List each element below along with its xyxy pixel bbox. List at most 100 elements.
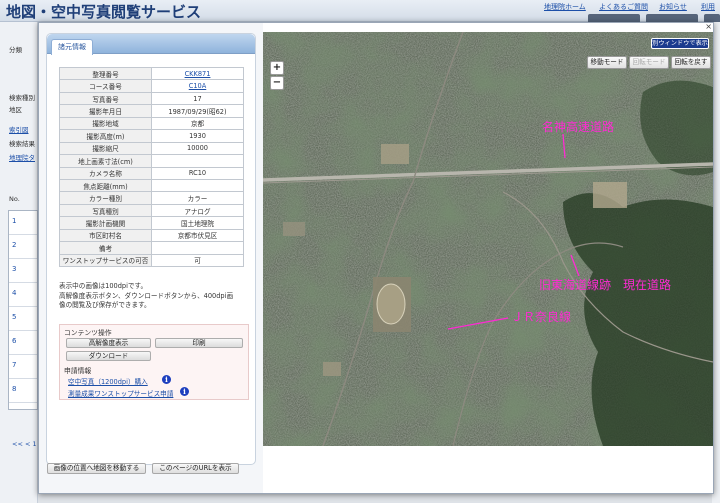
attribute-key: 撮影地域 [59,116,152,131]
arrow-meishin [562,133,566,159]
site-title: 地図・空中写真閲覧サービス [6,3,202,21]
attribute-key: 整理番号 [59,66,152,81]
attribute-value: 10000 [151,141,244,156]
attribute-value-text: アナログ [184,207,211,216]
attribute-row: 撮影縮尺 10000 [59,141,244,156]
attribute-value-text: 17 [193,94,202,103]
show-url-button[interactable]: このページのURLを表示 [152,463,239,474]
attribute-key: 備考 [59,241,152,255]
tab-specs[interactable]: 諸元情報 [51,39,93,55]
site-header: 地図・空中写真閲覧サービス 地理院ホーム よくあるご質問 お知らせ 利用 [0,0,720,23]
attribute-value-text: 1987/09/29(昭62) [168,108,227,117]
info-icon[interactable]: i [162,375,171,384]
list-item[interactable]: 3 [9,259,37,283]
attribute-value-text: 国土地理院 [181,219,214,228]
nav-home-link[interactable]: 地理院ホーム [544,2,586,12]
attribute-key: 焦点距離(mm) [59,178,152,193]
index-map-link[interactable]: 索引図 [9,124,29,134]
attribute-key: カラー種別 [59,191,152,205]
detail-left-pane: 諸元情報 整理番号 CKK871 コース番号 C10A 写真番号 17 撮影年月日 1987/… [39,23,263,493]
attribute-key: 撮影計画機関 [59,216,152,230]
list-item[interactable]: 8 [9,379,37,403]
attribute-row: 撮影年月日 1987/09/29(昭62) [59,104,244,118]
purchase-link[interactable]: 空中写真（1200dpi）購入 [68,376,148,386]
attribute-key: 撮影高度(m) [59,129,152,143]
attribute-row: 写真番号 17 [59,91,244,106]
attribute-row: 写真種別 アナログ [59,203,244,218]
nav-faq-link[interactable]: よくあるご質問 [599,2,648,12]
attribute-value: 1930 [151,129,244,143]
search-result-label: 検索結果 [9,140,35,148]
attribute-row: カラー種別 カラー [59,191,244,205]
attribute-key: ワンストップサービスの可否 [59,253,152,268]
highres-button[interactable]: 高解像度表示 [66,338,151,348]
attribute-value: アナログ [151,203,244,218]
attribute-key: コース番号 [59,79,152,93]
note-line: 表示中の画像は100dpiです。 [59,282,148,290]
attribute-value-text: カラー [187,195,208,204]
nav-usage-link[interactable]: 利用 [701,2,715,12]
apply-info-title: 申請情報 [64,367,92,375]
onestop-link[interactable]: 測量成果ワンストップサービス申請 [68,388,173,398]
attribute-row: 備考 [59,241,244,255]
download-button[interactable]: ダウンロード [66,351,151,361]
attribute-value: カラー [151,191,244,205]
attribute-value-text: 1930 [189,131,206,140]
attribute-value-text: 10000 [187,144,208,153]
list-item[interactable]: 1 [9,211,37,235]
attribute-value: 可 [151,253,244,268]
pager[interactable]: << < 1 [12,440,37,448]
gsi-tile-link[interactable]: 地理院タ [9,152,35,162]
attribute-row: 撮影計画機関 国土地理院 [59,216,244,230]
attribute-row: カメラ名称 RC10 [59,166,244,180]
info-tabbar: 諸元情報 [47,34,255,55]
photo-detail-modal: × 諸元情報 整理番号 CKK871 コース番号 C10A 写真番号 17 撮影年月日 198… [38,22,714,494]
move-map-button[interactable]: 画像の位置へ地図を移動する [47,463,146,474]
result-list: 1 2 3 4 5 6 7 8 [8,210,38,410]
annotation-jr-nara: ＪＲ奈良線 [511,310,572,324]
attribute-key: カメラ名称 [59,166,152,180]
aerial-photo-map[interactable]: + − 別ウィンドウで表示 移動モード 回転モード 回転を戻す 名神高速道路 旧… [263,32,713,446]
attribute-row: 整理番号 CKK871 [59,66,244,81]
attribute-row: 撮影高度(m) 1930 [59,129,244,143]
attribute-value[interactable]: CKK871 [151,66,244,81]
annotation-old-tokaido: 旧東海道線跡 現在道路 [539,278,672,292]
attribute-key: 写真種別 [59,203,152,218]
attribute-value-link[interactable]: CKK871 [185,70,211,78]
attribute-value-link[interactable]: C10A [189,82,207,90]
nav-news-link[interactable]: お知らせ [659,2,687,12]
attribute-value: 京都市伏見区 [151,228,244,243]
attribute-value[interactable]: C10A [151,79,244,93]
attribute-key: 撮影縮尺 [59,141,152,156]
attribute-table: 整理番号 CKK871 コース番号 C10A 写真番号 17 撮影年月日 1987/09/29… [59,66,244,268]
attribute-key: 撮影年月日 [59,104,152,118]
attribute-value: 国土地理院 [151,216,244,230]
list-header-no: No. [9,195,20,203]
attribute-row: 焦点距離(mm) [59,178,244,193]
arrow-jr-nara [447,317,509,330]
list-item[interactable]: 2 [9,235,37,259]
print-button[interactable]: 印刷 [155,338,243,348]
attribute-key: 市区町村名 [59,228,152,243]
attribute-value: RC10 [151,166,244,180]
list-item[interactable]: 4 [9,283,37,307]
list-item[interactable]: 7 [9,355,37,379]
info-icon[interactable]: i [180,387,189,396]
info-panel: 諸元情報 整理番号 CKK871 コース番号 C10A 写真番号 17 撮影年月日 1987/… [46,33,256,465]
resolution-note: 表示中の画像は100dpiです。 高解像度表示ボタン、ダウンロードボタンから、4… [59,282,249,311]
attribute-value [151,178,244,193]
attribute-value-text: 京都 [190,120,205,129]
list-item[interactable]: 5 [9,307,37,331]
content-operations-title: コンテンツ操作 [64,329,112,337]
attribute-key: 地上画素寸法(cm) [59,154,152,168]
search-type-label: 検索種別 [9,94,35,102]
list-item[interactable]: 6 [9,331,37,355]
annotation-arrows [447,133,580,330]
close-icon[interactable]: × [705,22,712,31]
arrow-old-tokaido [570,254,580,277]
content-operations: コンテンツ操作 高解像度表示 印刷 ダウンロード 申請情報 空中写真（1200d… [59,324,249,400]
attribute-value [151,241,244,255]
attribute-row: コース番号 C10A [59,79,244,93]
attribute-row: 市区町村名 京都市伏見区 [59,228,244,243]
attribute-row: 撮影地域 京都 [59,116,244,131]
